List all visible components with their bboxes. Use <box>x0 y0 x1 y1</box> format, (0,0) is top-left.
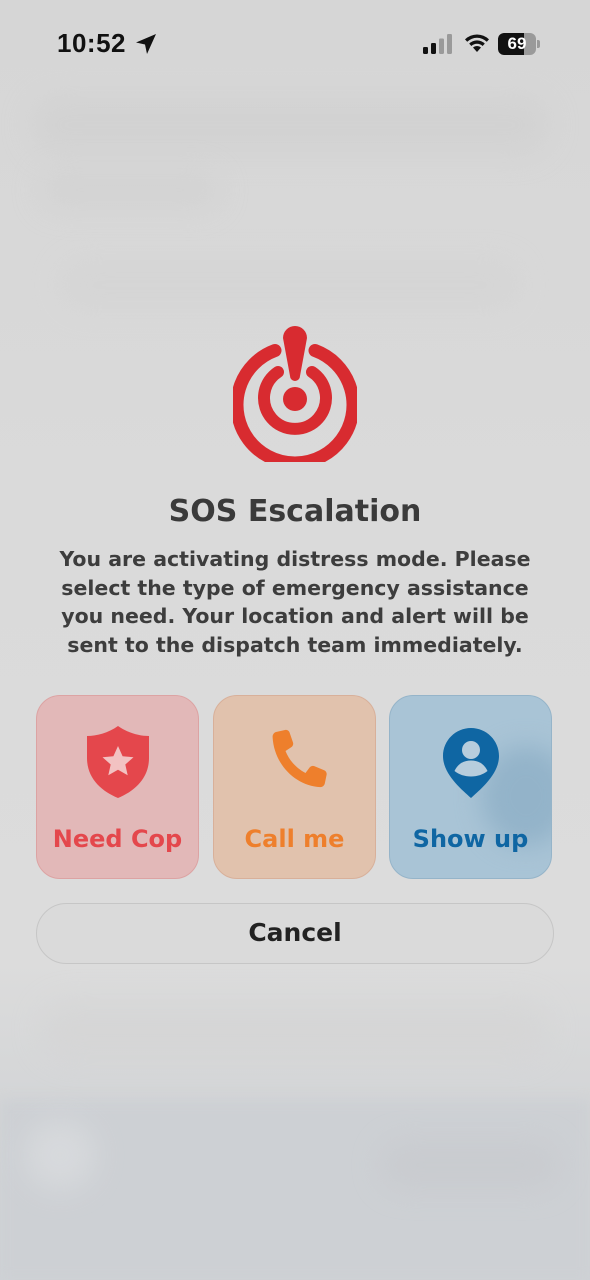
dialog-title: SOS Escalation <box>168 494 422 529</box>
phone-icon <box>272 729 327 788</box>
cellular-signal-icon <box>423 34 452 54</box>
status-bar: 10:52 69 <box>0 0 590 90</box>
status-time: 10:52 <box>57 28 126 58</box>
call-me-label: Call me <box>244 825 345 853</box>
cancel-button[interactable]: Cancel <box>36 903 554 964</box>
assistance-options: Need Cop Call me Show up <box>36 695 554 879</box>
person-pin-icon <box>442 728 499 798</box>
call-me-button[interactable]: Call me <box>213 695 376 879</box>
battery-indicator: 69 <box>498 33 542 55</box>
wifi-icon <box>465 34 489 52</box>
need-cop-button[interactable]: Need Cop <box>36 695 199 879</box>
show-up-button[interactable]: Show up <box>389 695 552 879</box>
police-badge-icon <box>86 726 149 798</box>
show-up-label: Show up <box>412 825 529 853</box>
battery-percentage: 69 <box>507 34 527 53</box>
need-cop-label: Need Cop <box>52 825 183 853</box>
sos-alert-icon <box>233 326 357 462</box>
location-arrow-icon <box>136 34 156 54</box>
dialog-description: You are activating distress mode. Please… <box>59 547 531 657</box>
